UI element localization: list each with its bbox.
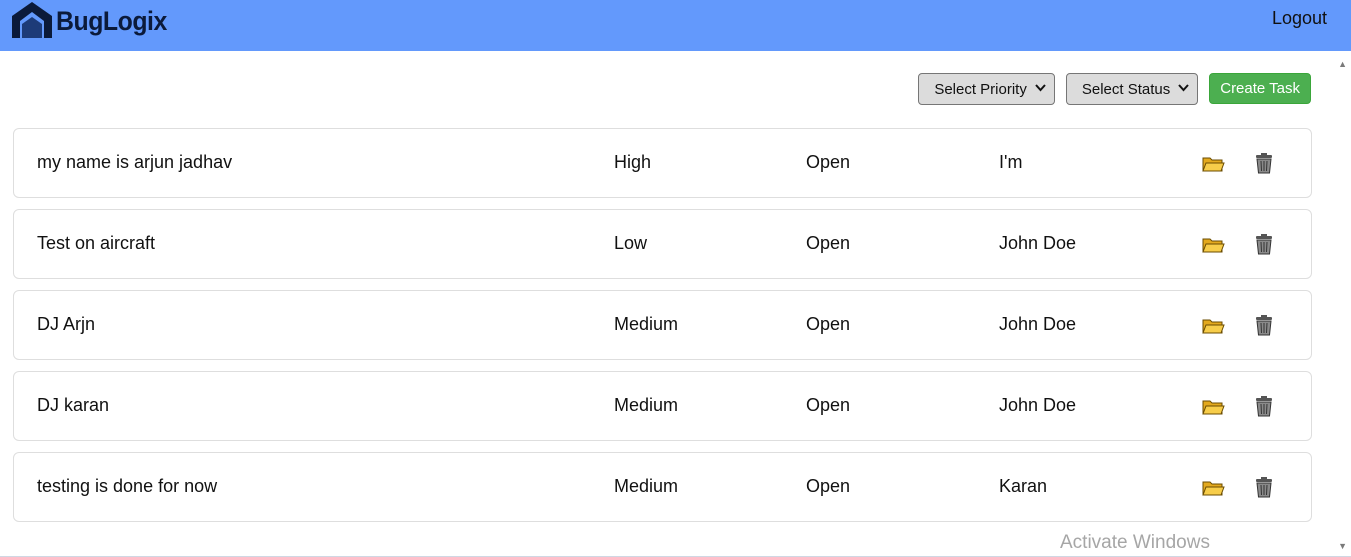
activate-windows-watermark: Activate Windows: [1060, 532, 1210, 553]
task-priority: Low: [614, 233, 648, 253]
task-status: Open: [806, 395, 851, 415]
task-title: testing is done for now: [37, 476, 218, 496]
task-title: DJ karan: [37, 395, 110, 415]
task-toolbar: Select Priority Select Status Create Tas…: [918, 73, 1311, 105]
task-row: Test on aircraft Low Open John Doe: [13, 209, 1312, 279]
folder-icon[interactable]: [1201, 314, 1225, 338]
logout-link[interactable]: Logout: [1272, 8, 1327, 29]
task-status: Open: [806, 314, 851, 334]
task-title: my name is arjun jadhav: [37, 152, 233, 172]
folder-icon[interactable]: [1201, 233, 1225, 257]
folder-icon[interactable]: [1201, 152, 1225, 176]
task-priority: Medium: [614, 314, 679, 334]
task-row: DJ karan Medium Open John Doe: [13, 371, 1312, 441]
trash-icon[interactable]: [1252, 313, 1276, 337]
folder-icon[interactable]: [1201, 476, 1225, 500]
status-select[interactable]: Select Status: [1065, 73, 1199, 105]
status-select-value: Select Status: [1081, 80, 1171, 98]
task-status: Open: [806, 152, 851, 172]
trash-icon[interactable]: [1252, 151, 1276, 175]
scroll-down-arrow-icon[interactable]: ▼: [1338, 541, 1347, 551]
task-list: my name is arjun jadhav High Open I'm Te…: [13, 128, 1312, 533]
create-task-button[interactable]: Create Task: [1209, 73, 1311, 104]
task-assignee: John Doe: [999, 395, 1077, 415]
priority-select[interactable]: Select Priority: [918, 73, 1055, 105]
task-row: DJ Arjn Medium Open John Doe: [13, 290, 1312, 360]
folder-icon[interactable]: [1201, 395, 1225, 419]
priority-select-value: Select Priority: [934, 80, 1027, 98]
task-assignee: John Doe: [999, 233, 1077, 253]
trash-icon[interactable]: [1252, 232, 1276, 256]
task-assignee: I'm: [999, 152, 1023, 172]
task-priority: Medium: [614, 476, 679, 496]
task-row: my name is arjun jadhav High Open I'm: [13, 128, 1312, 198]
chevron-down-icon: [1035, 83, 1046, 95]
trash-icon[interactable]: [1252, 394, 1276, 418]
task-status: Open: [806, 233, 851, 253]
task-assignee: Karan: [999, 476, 1048, 496]
chevron-down-icon: [1178, 83, 1189, 95]
task-priority: Medium: [614, 395, 679, 415]
app-name: BugLogix: [56, 5, 167, 36]
task-title: Test on aircraft: [37, 233, 156, 253]
task-title: DJ Arjn: [37, 314, 96, 334]
task-row: testing is done for now Medium Open Kara…: [13, 452, 1312, 522]
scroll-up-arrow-icon[interactable]: ▲: [1338, 59, 1347, 69]
task-assignee: John Doe: [999, 314, 1077, 334]
task-status: Open: [806, 476, 851, 496]
task-priority: High: [614, 152, 652, 172]
chevron-logo-icon: [12, 2, 52, 38]
app-header: BugLogix Logout: [0, 0, 1351, 51]
vertical-scrollbar[interactable]: ▲ ▼: [1335, 51, 1351, 557]
trash-icon[interactable]: [1252, 475, 1276, 499]
app-logo[interactable]: BugLogix: [12, 2, 176, 40]
